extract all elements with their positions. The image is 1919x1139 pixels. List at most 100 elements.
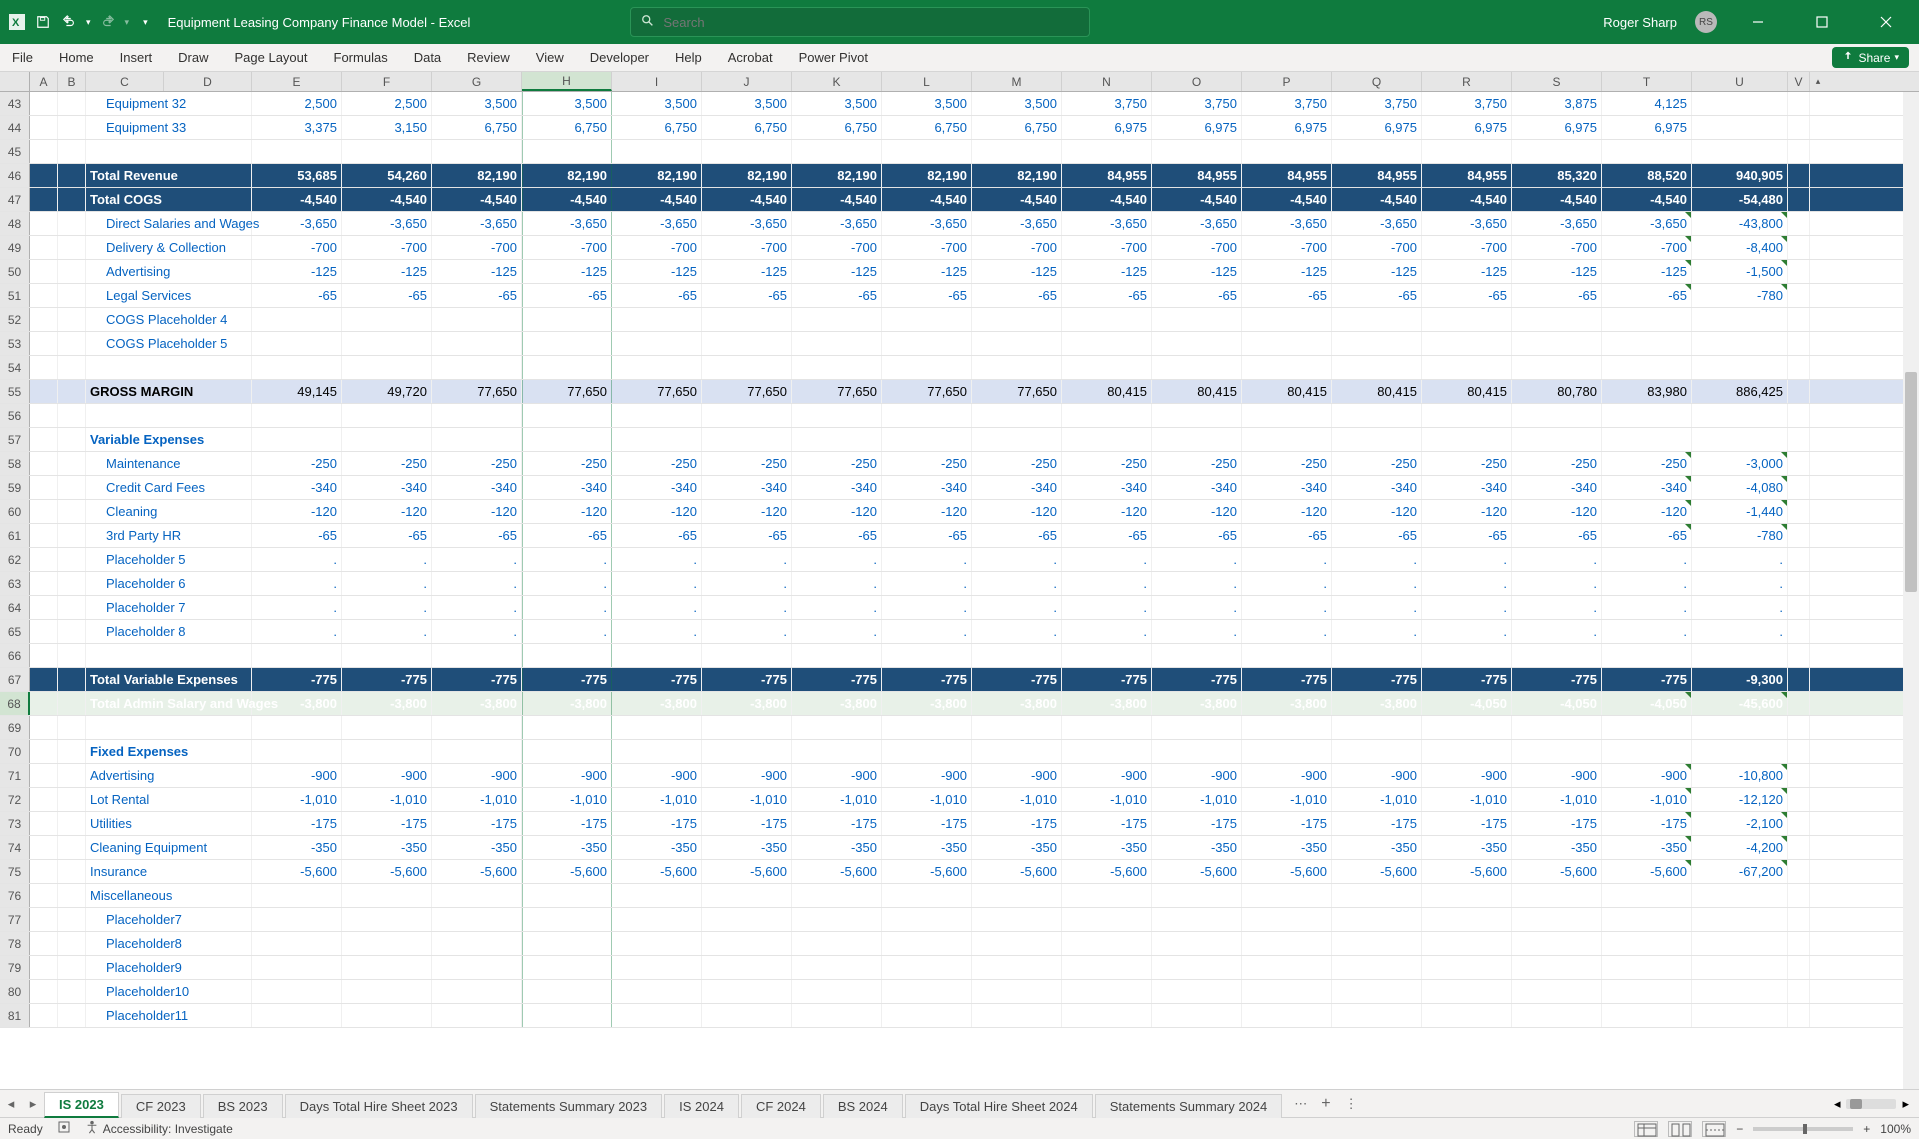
- cell-P56[interactable]: [1242, 404, 1332, 427]
- cell-L66[interactable]: [882, 644, 972, 667]
- cell-P81[interactable]: [1242, 1004, 1332, 1027]
- menu-view[interactable]: View: [536, 50, 564, 65]
- cell-E55[interactable]: 49,145: [252, 380, 342, 403]
- cell-U52[interactable]: [1692, 308, 1788, 331]
- cell-A67[interactable]: [30, 668, 58, 691]
- cell-A52[interactable]: [30, 308, 58, 331]
- cell-G53[interactable]: [432, 332, 522, 355]
- row-53[interactable]: 53COGS Placeholder 5: [0, 332, 1919, 356]
- cell-M75[interactable]: -5,600: [972, 860, 1062, 883]
- cell-O72[interactable]: -1,010: [1152, 788, 1242, 811]
- cell-V59[interactable]: [1788, 476, 1810, 499]
- col-header-I[interactable]: I: [612, 72, 702, 91]
- cell-E44[interactable]: 3,375: [252, 116, 342, 139]
- cell-A77[interactable]: [30, 908, 58, 931]
- cell-G78[interactable]: [432, 932, 522, 955]
- cell-E50[interactable]: -125: [252, 260, 342, 283]
- cell-A55[interactable]: [30, 380, 58, 403]
- cell-J76[interactable]: [702, 884, 792, 907]
- cell-L50[interactable]: -125: [882, 260, 972, 283]
- row-73[interactable]: 73Utilities-175-175-175-175-175-175-175-…: [0, 812, 1919, 836]
- cell-L81[interactable]: [882, 1004, 972, 1027]
- cell-S67[interactable]: -775: [1512, 668, 1602, 691]
- cell-V79[interactable]: [1788, 956, 1810, 979]
- cell-P64[interactable]: .: [1242, 596, 1332, 619]
- cell-I71[interactable]: -900: [612, 764, 702, 787]
- cell-E46[interactable]: 53,685: [252, 164, 342, 187]
- cell-S53[interactable]: [1512, 332, 1602, 355]
- cell-P69[interactable]: [1242, 716, 1332, 739]
- cell-O45[interactable]: [1152, 140, 1242, 163]
- cell-P73[interactable]: -175: [1242, 812, 1332, 835]
- cell-A46[interactable]: [30, 164, 58, 187]
- row-header-71[interactable]: 71: [0, 764, 30, 787]
- cell-H69[interactable]: [522, 716, 612, 739]
- row-label[interactable]: Variable Expenses: [86, 428, 252, 451]
- cell-L59[interactable]: -340: [882, 476, 972, 499]
- minimize-button[interactable]: [1735, 0, 1781, 44]
- cell-G75[interactable]: -5,600: [432, 860, 522, 883]
- cell-E54[interactable]: [252, 356, 342, 379]
- cell-J47[interactable]: -4,540: [702, 188, 792, 211]
- cell-K43[interactable]: 3,500: [792, 92, 882, 115]
- cell-I44[interactable]: 6,750: [612, 116, 702, 139]
- cell-E57[interactable]: [252, 428, 342, 451]
- cell-R61[interactable]: -65: [1422, 524, 1512, 547]
- sheet-tab-cf-2023[interactable]: CF 2023: [121, 1094, 201, 1118]
- cell-S78[interactable]: [1512, 932, 1602, 955]
- cell-J73[interactable]: -175: [702, 812, 792, 835]
- cell-Q55[interactable]: 80,415: [1332, 380, 1422, 403]
- cell-F48[interactable]: -3,650: [342, 212, 432, 235]
- cell-N53[interactable]: [1062, 332, 1152, 355]
- row-label[interactable]: Placeholder 5: [86, 548, 252, 571]
- cell-Q62[interactable]: .: [1332, 548, 1422, 571]
- cell-H77[interactable]: [522, 908, 612, 931]
- cell-V65[interactable]: [1788, 620, 1810, 643]
- cell-Q77[interactable]: [1332, 908, 1422, 931]
- cell-A66[interactable]: [30, 644, 58, 667]
- col-header-O[interactable]: O: [1152, 72, 1242, 91]
- cell-T56[interactable]: [1602, 404, 1692, 427]
- cell-O65[interactable]: .: [1152, 620, 1242, 643]
- sheet-tab-days-total-hire-sheet-2023[interactable]: Days Total Hire Sheet 2023: [285, 1094, 473, 1118]
- cell-F67[interactable]: -775: [342, 668, 432, 691]
- cell-B77[interactable]: [58, 908, 86, 931]
- cell-F64[interactable]: .: [342, 596, 432, 619]
- cell-G68[interactable]: -3,800: [432, 692, 522, 715]
- row-63[interactable]: 63Placeholder 6.................: [0, 572, 1919, 596]
- cell-S54[interactable]: [1512, 356, 1602, 379]
- cell-I64[interactable]: .: [612, 596, 702, 619]
- cell-K76[interactable]: [792, 884, 882, 907]
- cell-K45[interactable]: [792, 140, 882, 163]
- cell-J81[interactable]: [702, 1004, 792, 1027]
- cell-B73[interactable]: [58, 812, 86, 835]
- cell-U79[interactable]: [1692, 956, 1788, 979]
- cell-U57[interactable]: [1692, 428, 1788, 451]
- cell-P77[interactable]: [1242, 908, 1332, 931]
- row-header-46[interactable]: 46: [0, 164, 30, 187]
- cell-K70[interactable]: [792, 740, 882, 763]
- col-header-M[interactable]: M: [972, 72, 1062, 91]
- row-64[interactable]: 64Placeholder 7.................: [0, 596, 1919, 620]
- cell-I60[interactable]: -120: [612, 500, 702, 523]
- row-label[interactable]: 3rd Party HR: [86, 524, 252, 547]
- row-label[interactable]: Lot Rental: [86, 788, 252, 811]
- cell-K75[interactable]: -5,600: [792, 860, 882, 883]
- cell-V76[interactable]: [1788, 884, 1810, 907]
- cell-N57[interactable]: [1062, 428, 1152, 451]
- cell-G77[interactable]: [432, 908, 522, 931]
- row-header-76[interactable]: 76: [0, 884, 30, 907]
- cell-O79[interactable]: [1152, 956, 1242, 979]
- cell-A80[interactable]: [30, 980, 58, 1003]
- cell-K59[interactable]: -340: [792, 476, 882, 499]
- row-68[interactable]: 68Total Admin Salary and Wages-3,800-3,8…: [0, 692, 1919, 716]
- cell-P61[interactable]: -65: [1242, 524, 1332, 547]
- cell-K79[interactable]: [792, 956, 882, 979]
- cell-E59[interactable]: -340: [252, 476, 342, 499]
- share-button[interactable]: Share ▾: [1832, 47, 1909, 68]
- cell-A49[interactable]: [30, 236, 58, 259]
- cell-P79[interactable]: [1242, 956, 1332, 979]
- cell-U80[interactable]: [1692, 980, 1788, 1003]
- zoom-slider[interactable]: [1753, 1127, 1853, 1131]
- cell-U50[interactable]: -1,500: [1692, 260, 1788, 283]
